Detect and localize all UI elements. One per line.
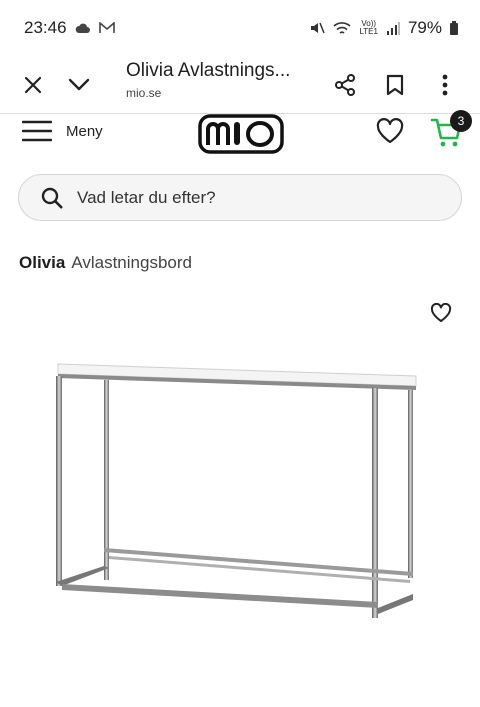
console-table-image bbox=[56, 363, 417, 618]
mio-logo[interactable] bbox=[198, 114, 284, 159]
wishlist-button[interactable] bbox=[376, 118, 404, 149]
product-type: Avlastningsbord bbox=[71, 253, 192, 272]
volte-icon: Vo)) LTE1 bbox=[359, 19, 378, 36]
menu-label: Meny bbox=[66, 122, 103, 140]
product-title: Olivia Avlastningsbord bbox=[19, 253, 192, 273]
share-icon bbox=[335, 74, 355, 96]
share-button[interactable] bbox=[322, 62, 368, 108]
product-image[interactable] bbox=[40, 350, 440, 630]
status-bar: 23:46 Vo)) LTE1 79% bbox=[0, 0, 480, 56]
page-info[interactable]: Olivia Avlastnings... mio.se bbox=[126, 60, 326, 100]
browser-toolbar: Olivia Avlastnings... mio.se bbox=[0, 56, 480, 114]
status-time: 23:46 bbox=[24, 18, 67, 37]
search-input[interactable] bbox=[77, 187, 437, 208]
search-bar[interactable] bbox=[18, 174, 462, 221]
site-header: Meny 3 bbox=[0, 110, 480, 154]
more-options-button[interactable] bbox=[422, 62, 468, 108]
search-icon bbox=[41, 187, 63, 208]
battery-level: 79% bbox=[407, 18, 442, 37]
menu-button[interactable]: Meny bbox=[22, 120, 103, 142]
page-title: Olivia Avlastnings... bbox=[126, 60, 291, 81]
product-brand: Olivia bbox=[19, 253, 66, 272]
cloud-icon bbox=[75, 22, 91, 34]
bookmark-icon bbox=[386, 74, 404, 96]
battery-icon bbox=[450, 21, 458, 35]
gmail-icon bbox=[98, 22, 115, 34]
chevron-down-icon bbox=[68, 78, 90, 91]
cart-count-badge: 3 bbox=[450, 110, 472, 132]
more-vert-icon bbox=[442, 74, 448, 96]
favorite-button[interactable] bbox=[430, 302, 452, 328]
expand-button[interactable] bbox=[56, 62, 102, 108]
wifi-icon bbox=[333, 21, 351, 36]
close-icon bbox=[24, 76, 42, 94]
signal-icon bbox=[386, 21, 400, 35]
page-url: mio.se bbox=[126, 86, 162, 100]
heart-icon bbox=[430, 302, 452, 322]
mute-icon bbox=[309, 20, 326, 36]
hamburger-icon bbox=[22, 120, 52, 142]
bookmark-button[interactable] bbox=[372, 62, 418, 108]
close-tab-button[interactable] bbox=[10, 62, 56, 108]
heart-icon bbox=[376, 118, 404, 144]
